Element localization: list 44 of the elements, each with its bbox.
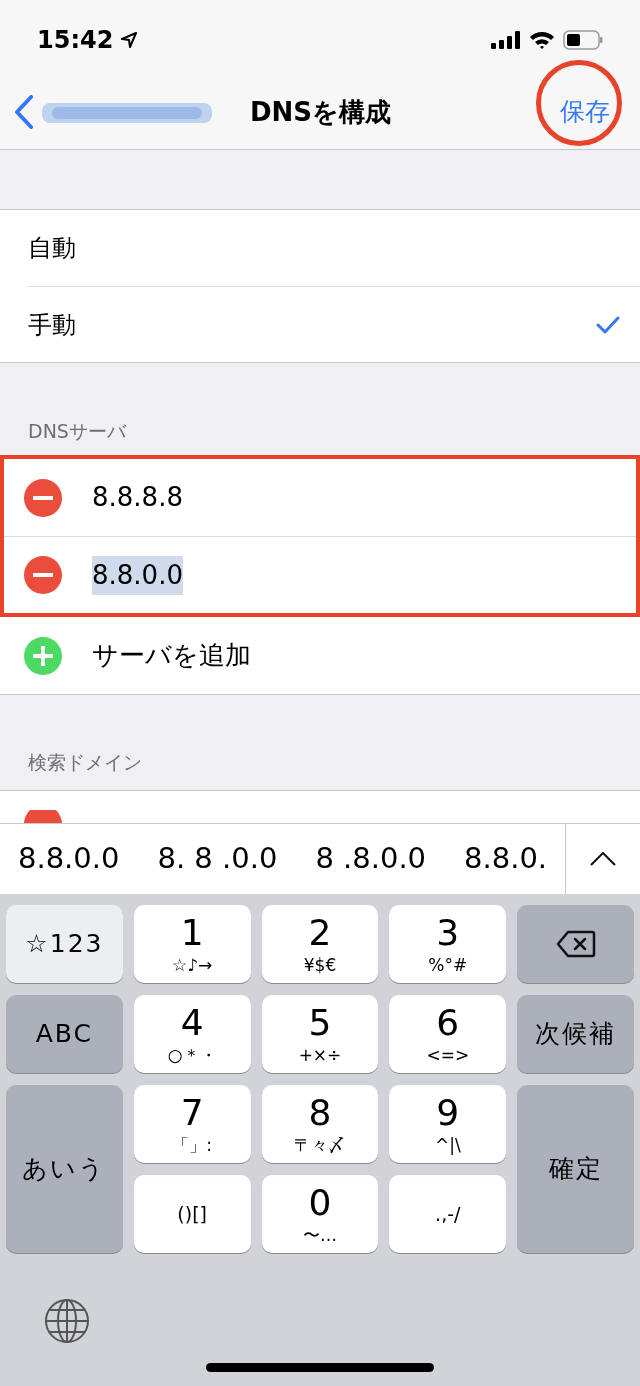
screen-title: DNSを構成 xyxy=(250,95,392,129)
globe-icon[interactable] xyxy=(44,1298,90,1344)
delete-icon xyxy=(555,930,596,958)
dns-server-field[interactable]: 8.8.8.8 xyxy=(92,478,183,517)
function-key[interactable]: あいう xyxy=(6,1085,123,1253)
function-key[interactable]: 確定 xyxy=(517,1085,634,1253)
back-chevron-icon xyxy=(14,95,34,129)
signal-icon xyxy=(491,30,521,49)
candidate-word[interactable]: 8. 8 .0.0 xyxy=(157,837,278,881)
checkmark-icon xyxy=(596,315,620,334)
digit-key[interactable]: 0 〜… xyxy=(261,1175,379,1253)
function-key[interactable]: ABC xyxy=(6,995,123,1073)
digit-key[interactable]: 3 %°# xyxy=(389,905,507,983)
digit-key[interactable]: 5 +×÷ xyxy=(261,995,379,1073)
digit-key[interactable]: 7 「」: xyxy=(133,1085,251,1163)
remove-icon[interactable] xyxy=(24,556,62,594)
wifi-icon xyxy=(529,30,555,49)
battery-icon xyxy=(563,29,603,50)
symbols-key[interactable]: ☆123 xyxy=(6,905,123,983)
remove-icon[interactable] xyxy=(24,478,62,517)
section-header: DNSサーバ xyxy=(28,418,126,444)
candidate-word[interactable]: 8.8.0. xyxy=(464,837,548,881)
chevron-up-icon xyxy=(590,852,616,866)
add-server-link[interactable]: サーバを追加 xyxy=(92,636,251,675)
digit-key[interactable]: 6 <=> xyxy=(389,995,507,1073)
save-button[interactable]: 保存 xyxy=(556,93,614,131)
digit-key[interactable]: 8 〒々〆 xyxy=(261,1085,379,1163)
section-header: 検索ドメイン xyxy=(28,749,142,775)
digit-key[interactable]: 9 ^|\ xyxy=(389,1085,507,1163)
digit-key[interactable]: 2 ¥$€ xyxy=(261,905,379,983)
clock-time: 15:42 xyxy=(37,24,114,56)
digit-key[interactable]: .,-/ xyxy=(389,1175,507,1253)
mode-option[interactable]: 自動 xyxy=(0,210,640,286)
digit-key[interactable]: 4 ○＊・ xyxy=(133,995,251,1073)
dns-server-field[interactable]: 8.8.0.0 xyxy=(92,555,183,595)
delete-key[interactable] xyxy=(517,905,634,983)
candidate-word[interactable]: 8.8.0.0 xyxy=(18,837,120,881)
candidate-word[interactable]: 8 .8.0.0 xyxy=(315,837,427,881)
location-arrow-icon xyxy=(121,31,138,48)
mode-option[interactable]: 手動 xyxy=(28,286,640,362)
digit-key[interactable]: ()[] xyxy=(133,1175,251,1253)
function-key[interactable]: 次候補 xyxy=(517,995,634,1073)
digit-key[interactable]: 1 ☆♪→ xyxy=(133,905,251,983)
remove-icon[interactable] xyxy=(24,810,62,823)
